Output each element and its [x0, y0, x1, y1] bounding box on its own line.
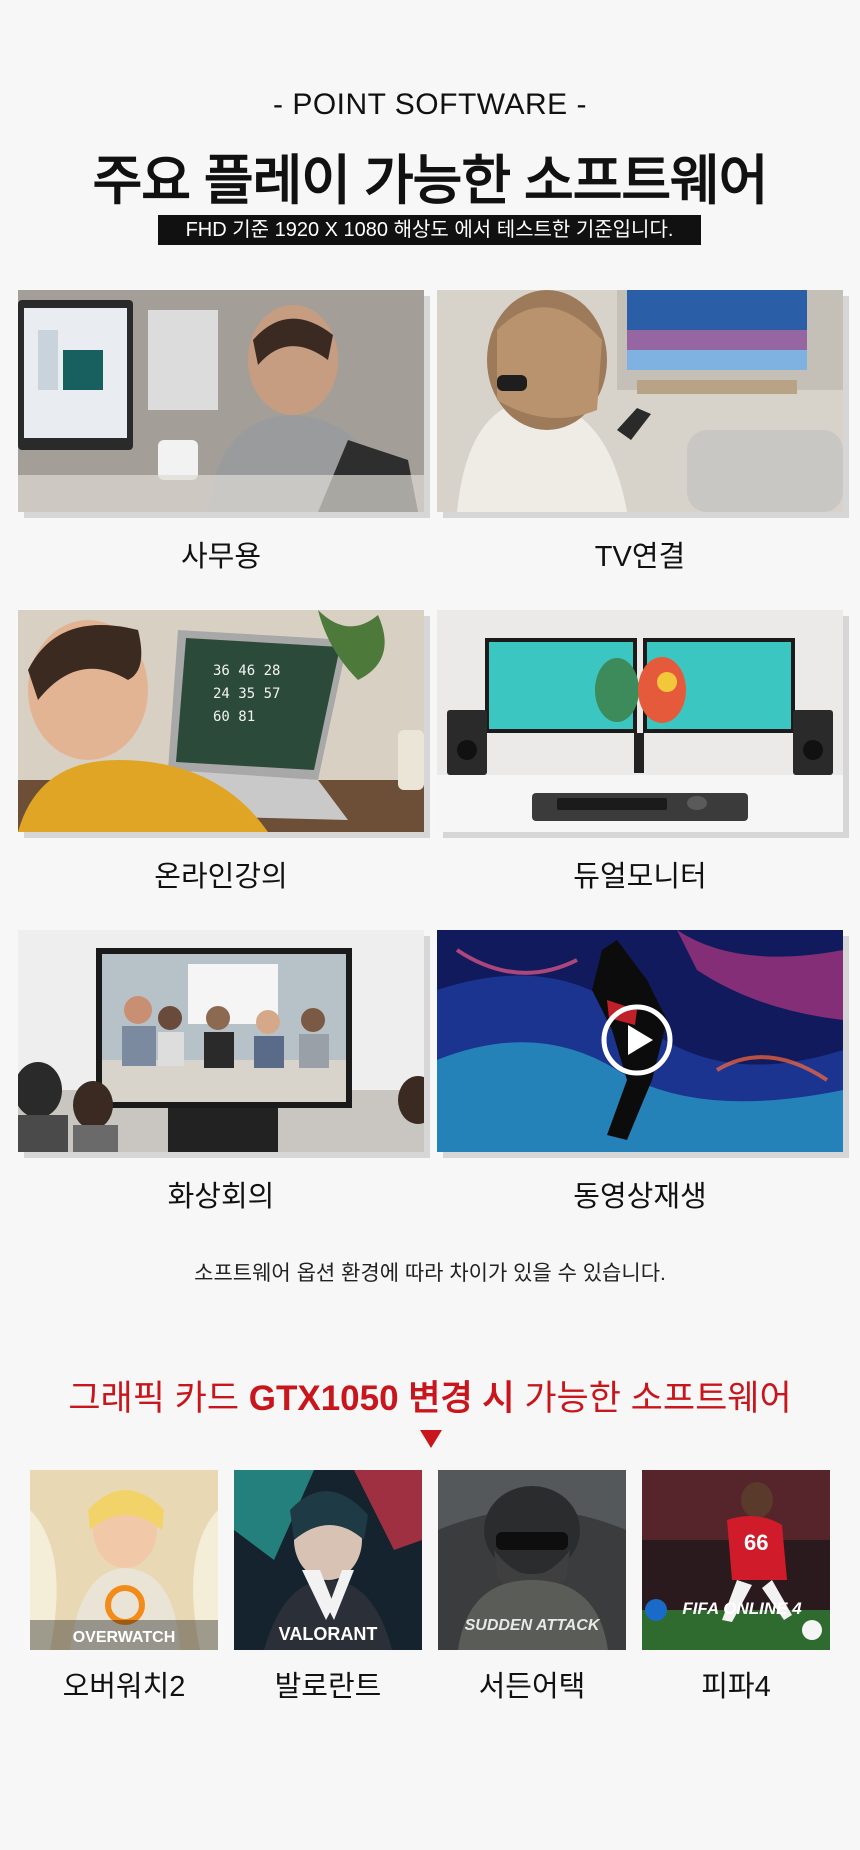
tile-label-video-playback: 동영상재생	[573, 1181, 707, 1213]
overwatch-image: OVERWATCH	[30, 1470, 218, 1650]
tile-label-office: 사무용	[180, 541, 262, 573]
valorant-logo-text: VALORANT	[279, 1624, 378, 1644]
fifa-logo-text: FIFA ONLINE 4	[682, 1599, 802, 1618]
down-arrow-icon	[420, 1430, 442, 1448]
gpu-title-part2: 가능한 소프트웨어	[514, 1379, 792, 1418]
tv-connect-image	[437, 290, 843, 512]
gpu-title-part1: 그래픽 카드	[68, 1379, 249, 1418]
fifa-image: 66 FIFA ONLINE 4	[642, 1470, 830, 1650]
game-label-fifa: 피파4	[701, 1671, 771, 1703]
valorant-image: VALORANT	[234, 1470, 422, 1650]
office-image	[18, 290, 424, 512]
game-label-overwatch: 오버워치2	[62, 1671, 186, 1703]
tile-label-dual-monitor: 듀얼모니터	[573, 861, 707, 893]
page-title: 주요 플레이 가능한 소프트웨어	[92, 151, 769, 211]
gpu-section-title: 그래픽 카드 GTX1050 변경 시 가능한 소프트웨어	[0, 1370, 860, 1421]
section-subtitle: - POINT SOFTWARE -	[273, 88, 587, 121]
svg-text:60 81: 60 81	[213, 709, 255, 725]
video-playback-image[interactable]	[437, 930, 843, 1152]
online-lecture-image: 36 46 28 24 35 57 60 81	[18, 610, 424, 832]
video-conference-image	[18, 930, 424, 1152]
svg-text:36 46 28: 36 46 28	[213, 663, 280, 679]
fifa-jersey-number: 66	[744, 1530, 768, 1555]
overwatch-logo-text: OVERWATCH	[73, 1629, 176, 1646]
tile-label-tv: TV연결	[594, 541, 686, 573]
sudden-attack-image: SUDDEN ATTACK	[438, 1470, 626, 1650]
dual-monitor-image	[437, 610, 843, 832]
resolution-note: FHD 기준 1920 X 1080 해상도 에서 테스트한 기준입니다.	[158, 215, 701, 245]
software-footnote: 소프트웨어 옵션 환경에 따라 차이가 있을 수 있습니다.	[194, 1262, 666, 1285]
tile-label-video-conference: 화상회의	[167, 1181, 275, 1213]
svg-text:24 35 57: 24 35 57	[213, 686, 280, 702]
gpu-title-bold: GTX1050 변경 시	[248, 1379, 515, 1418]
game-label-sudden-attack: 서든어택	[478, 1671, 586, 1703]
tile-label-online-lecture: 온라인강의	[154, 861, 288, 893]
game-label-valorant: 발로란트	[274, 1671, 382, 1703]
sudden-attack-logo-text: SUDDEN ATTACK	[465, 1617, 601, 1634]
